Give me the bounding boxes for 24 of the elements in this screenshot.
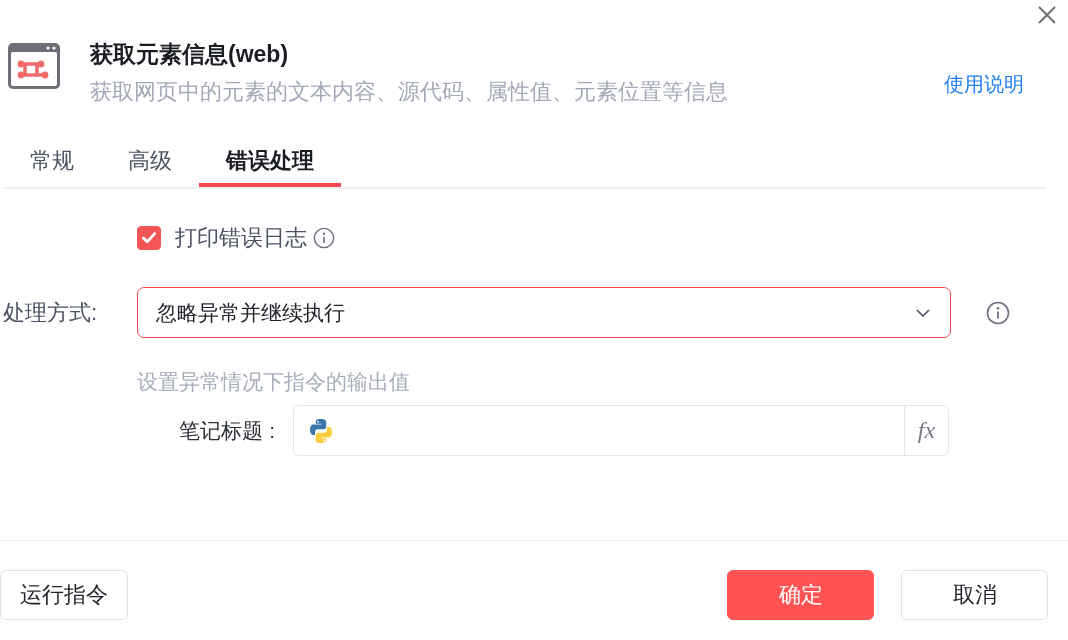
- tab[interactable]: 常规: [3, 136, 101, 187]
- checkbox[interactable]: [137, 226, 161, 250]
- field-label: 笔记标题 :: [179, 417, 275, 444]
- dialog-title: 获取元素信息(web): [90, 40, 289, 68]
- checkbox-label: 打印错误日志: [175, 225, 307, 251]
- checkmark-icon: [142, 232, 156, 244]
- formula-button[interactable]: fx: [904, 406, 948, 455]
- chevron-down-icon: [916, 308, 930, 317]
- run-command-button[interactable]: 运行指令: [0, 570, 128, 620]
- section-title: 设置异常情况下指令的输出值: [137, 369, 410, 395]
- tab[interactable]: 高级: [101, 136, 199, 187]
- dialog-description: 获取网页中的元素的文本内容、源代码、属性值、元素位置等信息: [90, 78, 728, 106]
- input-field[interactable]: fx: [293, 405, 949, 456]
- field-label: 处理方式:: [3, 298, 98, 327]
- python-logo-icon: [310, 418, 332, 443]
- tab[interactable]: 错误处理: [199, 136, 341, 187]
- browser-window-icon: [8, 43, 60, 89]
- cancel-button[interactable]: 取消: [901, 570, 1048, 620]
- select-dropdown[interactable]: 忽略异常并继续执行: [137, 287, 951, 338]
- close-button[interactable]: [1036, 4, 1058, 26]
- info-icon: [986, 300, 1010, 325]
- help-link[interactable]: 使用说明: [944, 70, 1024, 98]
- close-icon: [1038, 6, 1056, 24]
- info-icon: [313, 227, 335, 249]
